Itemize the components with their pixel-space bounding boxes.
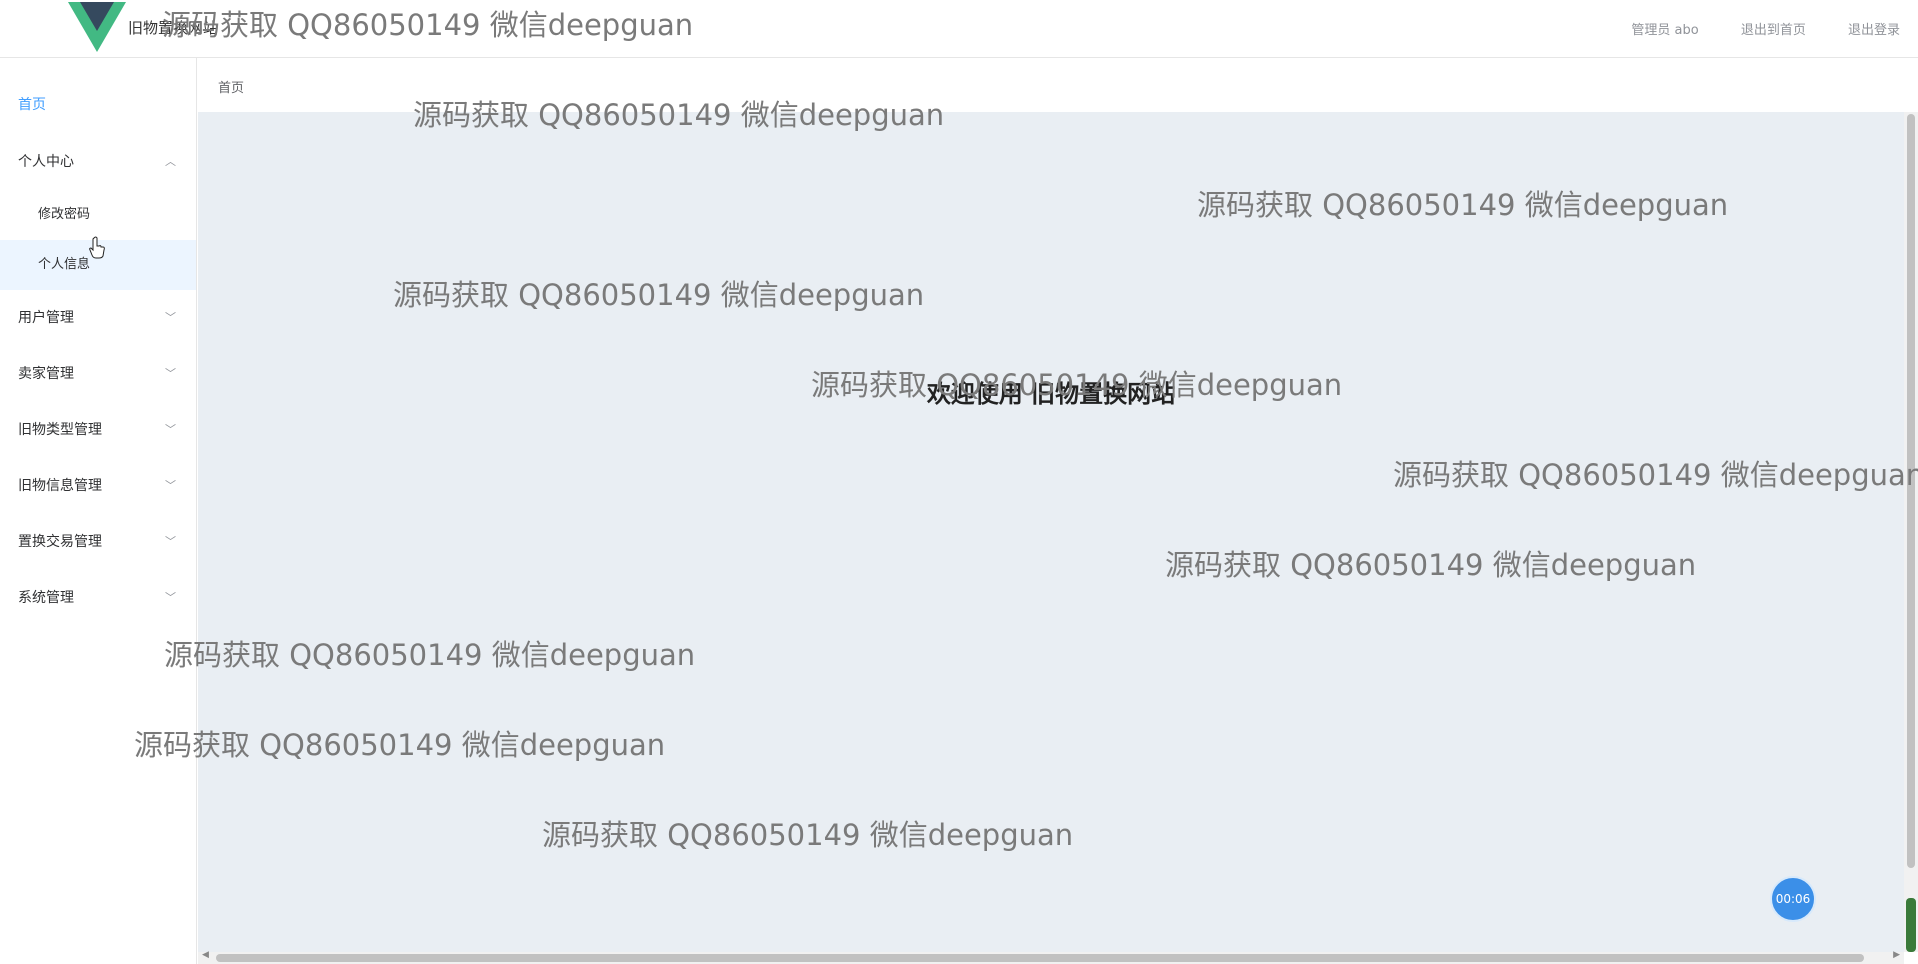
main-content: 欢迎使用 旧物置换网站 xyxy=(198,112,1904,952)
back-home-link[interactable]: 退出到首页 xyxy=(1741,23,1806,38)
vertical-scrollbar[interactable] xyxy=(1904,112,1918,952)
scroll-left-icon[interactable]: ◀ xyxy=(202,950,209,960)
sidebar-item-label: 修改密码 xyxy=(38,207,91,222)
sidebar-item-seller-mgmt[interactable]: 卖家管理 ﹀ xyxy=(0,351,196,397)
sidebar-item-exchange-mgmt[interactable]: 置换交易管理 ﹀ xyxy=(0,519,196,565)
scroll-right-icon[interactable]: ▶ xyxy=(1893,950,1900,960)
sidebar-item-label: 个人中心 xyxy=(18,154,74,170)
chevron-down-icon: ﹀ xyxy=(165,423,176,436)
breadcrumb: 首页 xyxy=(198,58,1918,112)
sidebar-item-label: 用户管理 xyxy=(18,310,74,326)
chevron-down-icon: ﹀ xyxy=(165,479,176,492)
sidebar-item-item-info-mgmt[interactable]: 旧物信息管理 ﹀ xyxy=(0,463,196,509)
chevron-down-icon: ﹀ xyxy=(165,535,176,548)
site-title: 旧物置换网站 xyxy=(128,19,219,37)
horizontal-scrollbar[interactable]: ◀ ▶ xyxy=(198,950,1904,964)
sidebar-item-label: 个人信息 xyxy=(38,257,91,272)
sidebar-item-change-password[interactable]: 修改密码 xyxy=(0,190,196,240)
chevron-down-icon: ﹀ xyxy=(165,367,176,380)
sidebar-item-personal-center[interactable]: 个人中心 ︿ xyxy=(0,139,196,185)
scrollbar-thumb[interactable] xyxy=(216,954,1864,962)
vue-logo-icon xyxy=(68,2,126,52)
sidebar-item-item-type-mgmt[interactable]: 旧物类型管理 ﹀ xyxy=(0,407,196,453)
chevron-up-icon: ︿ xyxy=(165,155,176,168)
sidebar-item-label: 旧物类型管理 xyxy=(18,422,102,438)
chevron-down-icon: ﹀ xyxy=(165,311,176,324)
hand-cursor-icon xyxy=(89,236,105,259)
sidebar-menu: 首页 个人中心 ︿ 修改密码 个人信息 用户管理 ﹀ 卖家管理 ﹀ 旧物类型管理… xyxy=(0,58,197,964)
admin-label: 管理员 abo xyxy=(1631,23,1699,38)
welcome-heading: 欢迎使用 旧物置换网站 xyxy=(926,380,1176,408)
sidebar-item-label: 首页 xyxy=(18,97,46,113)
sidebar-item-label: 置换交易管理 xyxy=(18,534,102,550)
sidebar-item-label: 系统管理 xyxy=(18,590,74,606)
breadcrumb-home[interactable]: 首页 xyxy=(218,77,244,96)
scrollbar-thumb[interactable] xyxy=(1907,114,1915,868)
sidebar-item-system-mgmt[interactable]: 系统管理 ﹀ xyxy=(0,575,196,621)
sidebar-item-user-mgmt[interactable]: 用户管理 ﹀ xyxy=(0,295,196,341)
timer-badge[interactable]: 00:06 xyxy=(1770,876,1816,922)
sidebar-item-home[interactable]: 首页 xyxy=(0,82,196,128)
sidebar-item-label: 卖家管理 xyxy=(18,366,74,382)
logout-link[interactable]: 退出登录 xyxy=(1848,23,1900,38)
scroll-indicator xyxy=(1906,898,1916,952)
header-links: 管理员 abo 退出到首页 退出登录 xyxy=(1593,19,1900,38)
top-header: 旧物置换网站 管理员 abo 退出到首页 退出登录 xyxy=(0,0,1918,58)
sidebar-item-label: 旧物信息管理 xyxy=(18,478,102,494)
chevron-down-icon: ﹀ xyxy=(165,591,176,604)
